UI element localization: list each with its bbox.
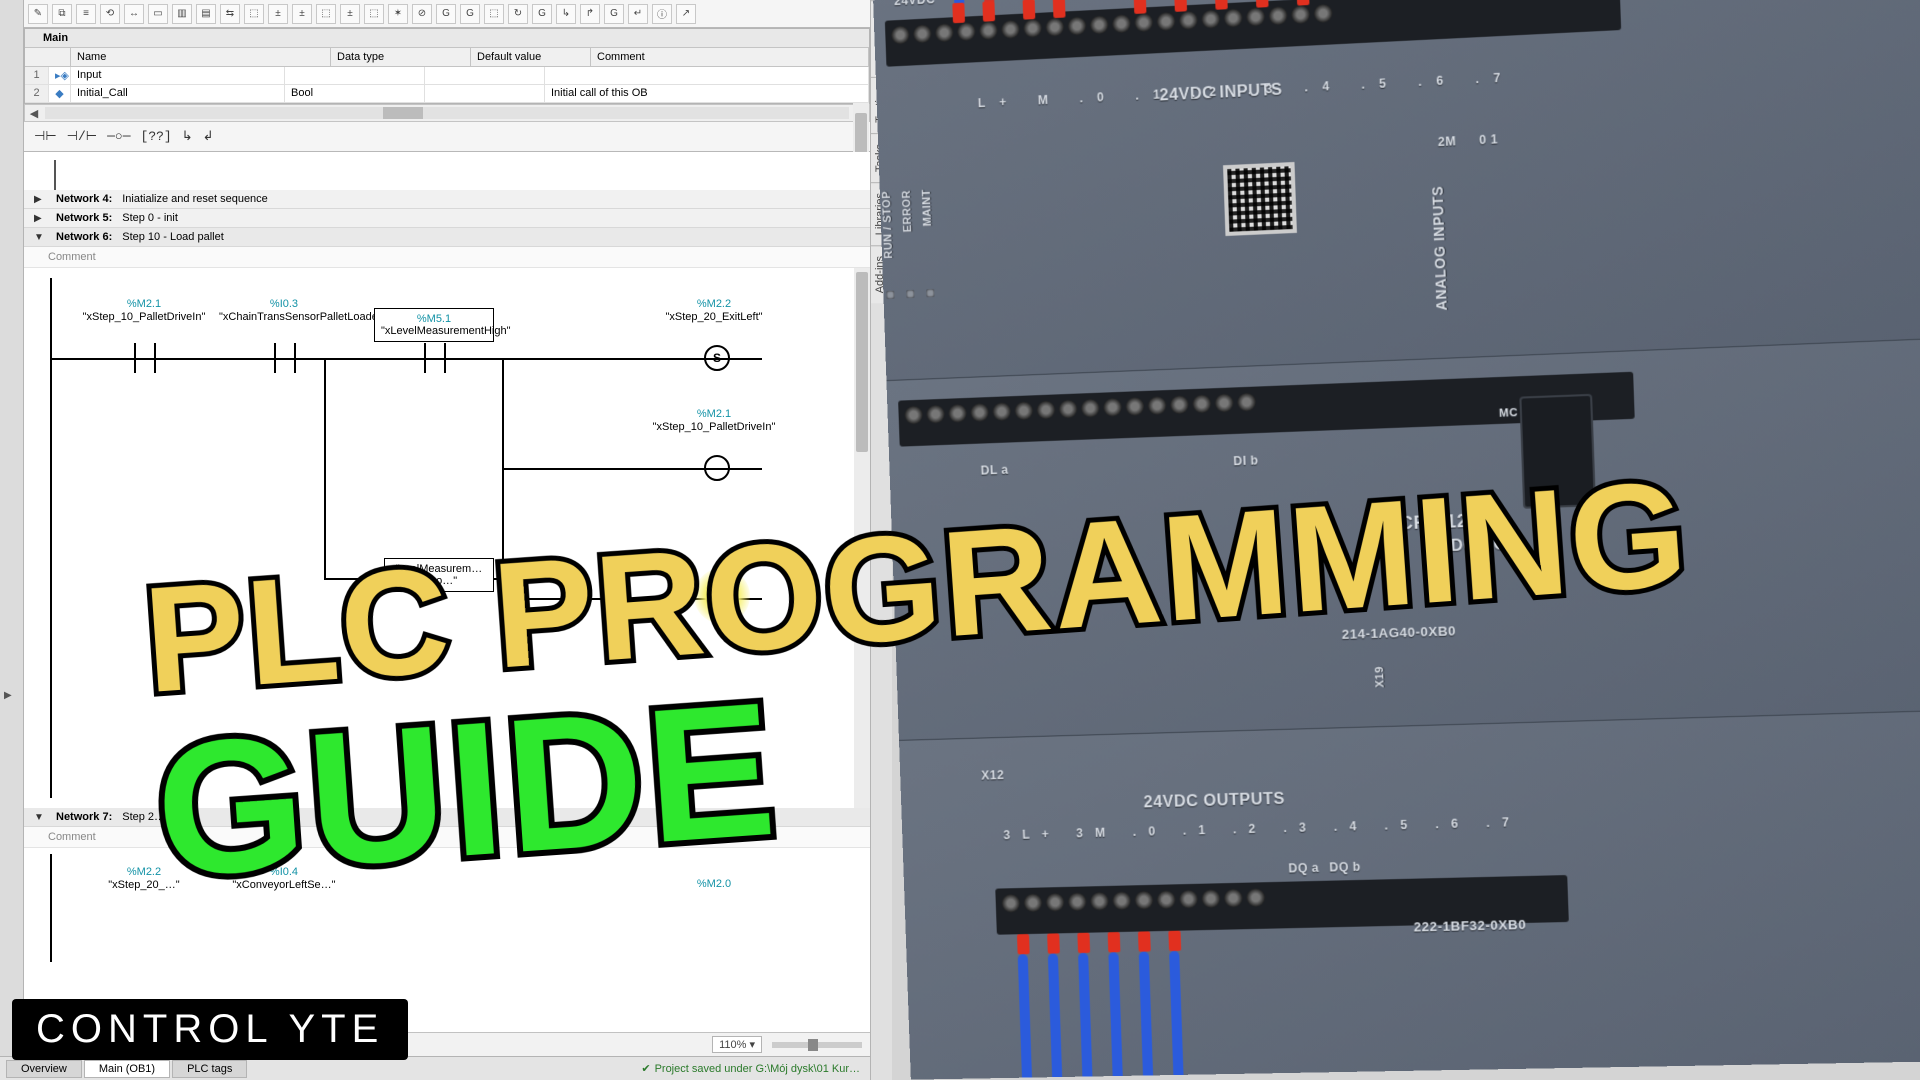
iface-vscroll[interactable] — [853, 103, 869, 159]
collapse-icon[interactable]: ▶ — [34, 213, 50, 224]
toolbar-btn[interactable]: ± — [340, 4, 360, 24]
iface-row[interactable]: 1 ▸◈ Input — [25, 67, 869, 85]
toolbar-btn[interactable]: ↳ — [556, 4, 576, 24]
var-icon: ▸◈ — [49, 67, 71, 84]
col-type[interactable]: Data type — [331, 48, 471, 66]
iface-header: Name Data type Default value Comment — [25, 48, 869, 67]
toolbar-btn[interactable]: ⬚ — [316, 4, 336, 24]
toolbar-btn[interactable]: G — [460, 4, 480, 24]
toolbar-btn[interactable]: ± — [292, 4, 312, 24]
col-default[interactable]: Default value — [471, 48, 591, 66]
toolbar-btn[interactable]: ⊘ — [412, 4, 432, 24]
toolbar-btn[interactable]: ≡ — [76, 4, 96, 24]
toolbar-btn[interactable]: ↗ — [676, 4, 696, 24]
nc-contact-icon[interactable]: ⊣/⊢ — [67, 129, 97, 144]
tab-main-ob1[interactable]: Main (OB1) — [84, 1060, 170, 1078]
toolbar-btn[interactable]: ↱ — [580, 4, 600, 24]
editor-toolbar: ✎ ⧉ ≡ ⟲ ↔ ▭ ▥ ▤ ⇆ ⬚ ± ± ⬚ ± ⬚ ✶ ⊘ G G ⬚ … — [24, 0, 870, 28]
coil-icon[interactable]: ─○─ — [107, 129, 130, 144]
toolbar-btn[interactable]: ↔ — [124, 4, 144, 24]
expand-icon[interactable]: ▼ — [34, 232, 50, 243]
toolbar-btn[interactable]: ± — [268, 4, 288, 24]
gutter-expand-icon[interactable]: ▶ — [4, 690, 12, 701]
iface-row[interactable]: 2 ◆ Initial_Call Bool Initial call of th… — [25, 85, 869, 103]
toolbar-btn[interactable]: ↻ — [508, 4, 528, 24]
collapse-icon[interactable]: ▶ — [34, 194, 50, 205]
toolbar-btn[interactable]: G — [532, 4, 552, 24]
col-comment[interactable]: Comment — [591, 48, 869, 66]
toolbar-btn[interactable]: ▤ — [196, 4, 216, 24]
expand-icon[interactable]: ▼ — [34, 812, 50, 823]
var-icon: ◆ — [49, 85, 71, 102]
set-coil[interactable] — [704, 345, 730, 371]
zoom-slider[interactable] — [772, 1042, 862, 1048]
toolbar-btn[interactable]: G — [436, 4, 456, 24]
toolbar-btn[interactable]: ✶ — [388, 4, 408, 24]
network-row-4[interactable]: ▶ Network 4: Iniatialize and reset seque… — [24, 190, 870, 209]
block-title: Main — [25, 29, 869, 48]
toolbar-btn[interactable]: ⧉ — [52, 4, 72, 24]
zoom-select[interactable]: 110% ▾ — [712, 1036, 762, 1053]
network-row-5[interactable]: ▶ Network 5: Step 0 - init — [24, 209, 870, 228]
iface-hscroll[interactable]: ◀ ▶ — [24, 104, 870, 122]
toolbar-btn[interactable]: ⬚ — [244, 4, 264, 24]
brand-badge: CONTROL YTE — [12, 999, 408, 1060]
toolbar-btn[interactable]: ↵ — [628, 4, 648, 24]
box-icon[interactable]: [??] — [141, 129, 172, 144]
qr-code-icon — [1223, 162, 1297, 236]
block-interface: Main Name Data type Default value Commen… — [24, 28, 870, 104]
toolbar-btn[interactable]: ⟲ — [100, 4, 120, 24]
saved-message: ✔ Project saved under G:\Mój dysk\01 Kur… — [641, 1062, 860, 1075]
toolbar-btn[interactable]: ▥ — [172, 4, 192, 24]
coil[interactable] — [704, 455, 730, 481]
col-name[interactable]: Name — [71, 48, 331, 66]
left-gutter: ▶ — [0, 0, 24, 1080]
brand-text: CONTROL YTE — [36, 1007, 384, 1052]
branch-close-icon[interactable]: ↲ — [203, 129, 214, 144]
toolbar-btn[interactable]: ⬚ — [484, 4, 504, 24]
no-contact-icon[interactable]: ⊣⊢ — [34, 129, 57, 144]
plc-module-top: X10 24VDC DI a X11 DL b 24VD — [873, 0, 1920, 392]
network-row-6[interactable]: ▼ Network 6: Step 10 - Load pallet — [24, 228, 870, 247]
scroll-left-icon[interactable]: ◀ — [25, 107, 43, 120]
toolbar-btn[interactable]: ⇆ — [220, 4, 240, 24]
branch-open-icon[interactable]: ↳ — [182, 129, 193, 144]
toolbar-btn[interactable]: ⬚ — [364, 4, 384, 24]
ladder-toolbar: ⊣⊢ ⊣/⊢ ─○─ [??] ↳ ↲ — [24, 122, 870, 152]
network-6-comment[interactable]: Comment — [24, 247, 870, 268]
toolbar-btn[interactable]: ✎ — [28, 4, 48, 24]
fbd-block[interactable]: %M5.1 "xLevelMeasurementHigh" — [374, 308, 494, 342]
tab-overview[interactable]: Overview — [6, 1060, 82, 1078]
toolbar-btn[interactable]: G — [604, 4, 624, 24]
tab-plc-tags[interactable]: PLC tags — [172, 1060, 247, 1078]
toolbar-btn[interactable]: ▭ — [148, 4, 168, 24]
check-icon: ✔ — [641, 1062, 650, 1075]
toolbar-btn[interactable]: ⓘ — [652, 4, 672, 24]
